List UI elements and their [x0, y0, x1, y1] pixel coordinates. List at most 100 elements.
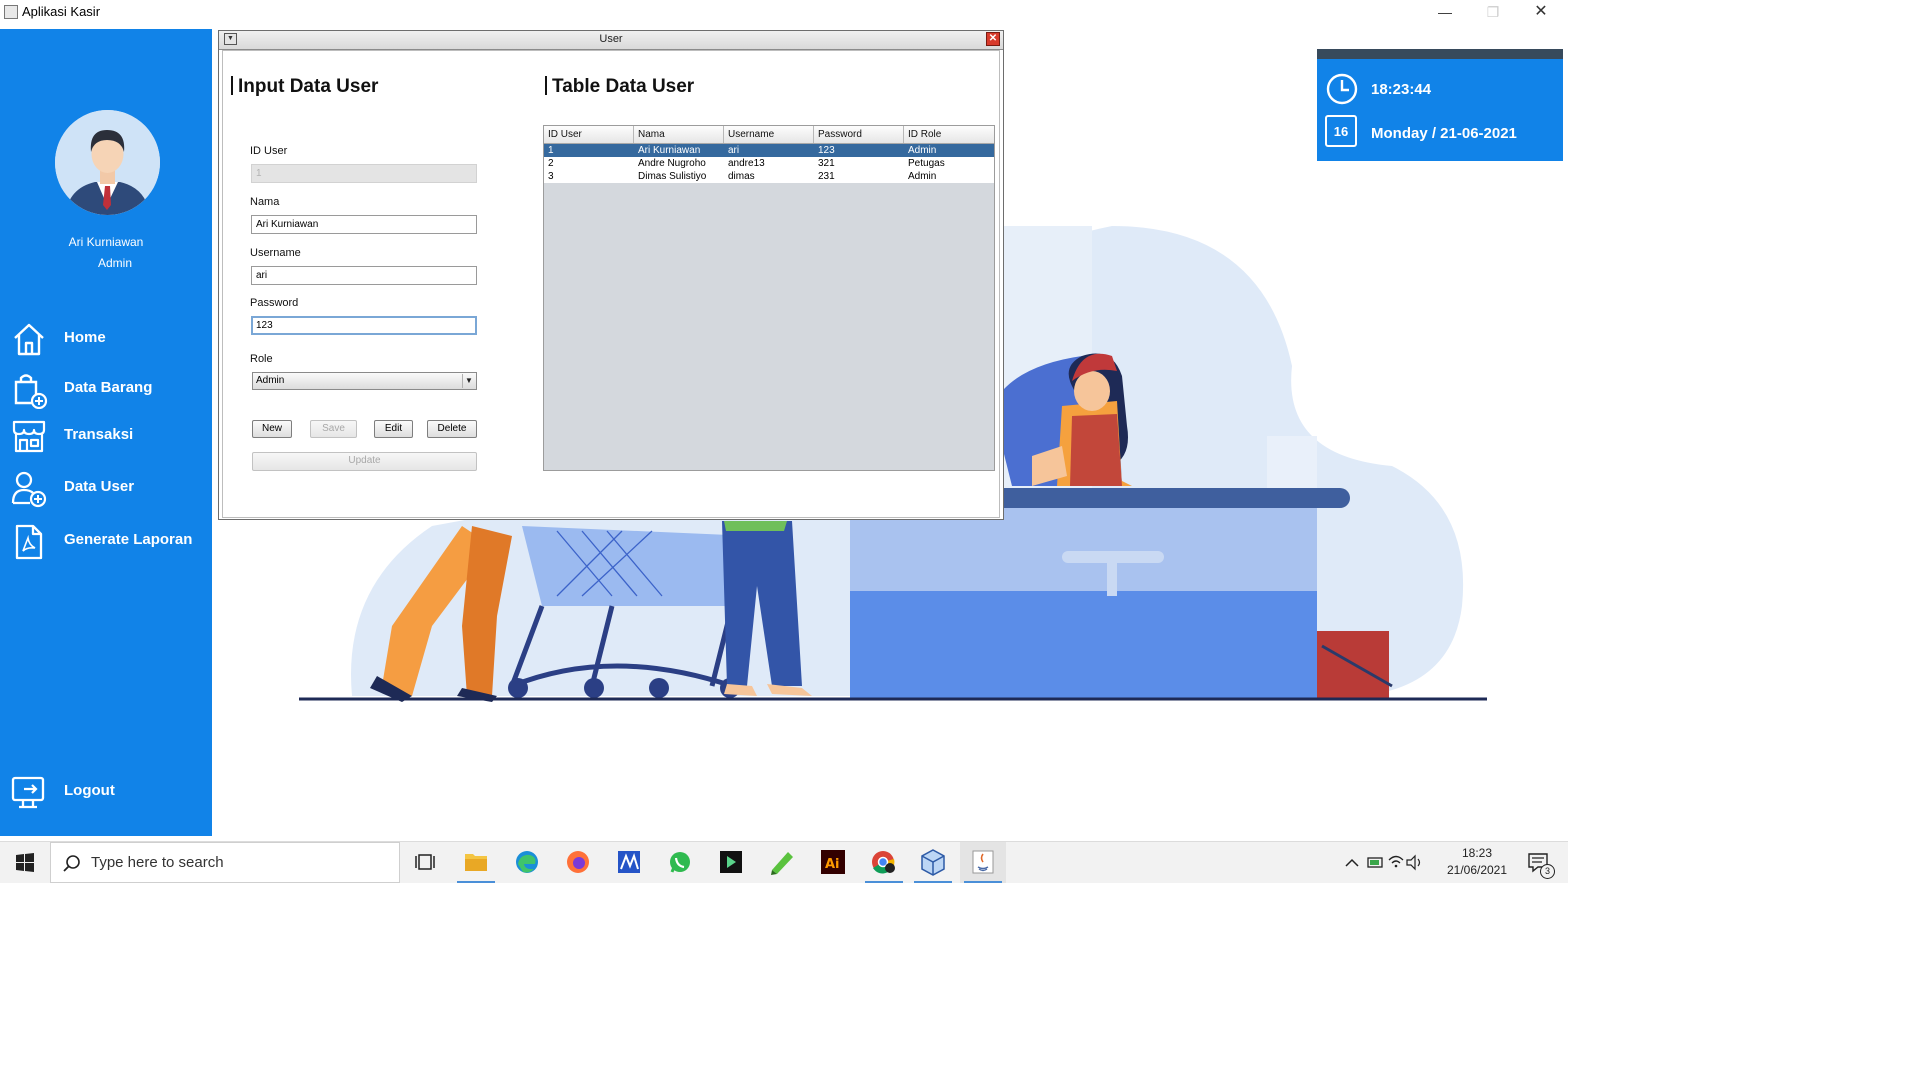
table-cell: dimas: [728, 171, 755, 182]
nav-data-user-label: Data User: [64, 478, 135, 495]
store-icon: [10, 418, 48, 454]
table-cell: Ari Kurniawan: [638, 145, 701, 156]
svg-text:Ai: Ai: [825, 857, 840, 872]
nav-transaksi[interactable]: Transaksi: [10, 416, 210, 456]
update-button[interactable]: Update: [252, 452, 477, 471]
virtualbox-icon[interactable]: [910, 842, 956, 883]
home-icon: [10, 321, 48, 357]
pdf-document-icon: [10, 523, 48, 560]
calendar-icon: 16: [1325, 115, 1357, 147]
user-add-icon: [10, 470, 48, 508]
table-cell: Admin: [908, 145, 937, 156]
search-icon: [63, 855, 80, 872]
notification-count: 3: [1540, 864, 1555, 879]
notification-center[interactable]: 3: [1522, 842, 1562, 883]
table-cell: Admin: [908, 171, 937, 182]
avatar: [55, 110, 160, 215]
role-select[interactable]: Admin ▼: [252, 372, 477, 390]
nav-home[interactable]: Home: [10, 319, 210, 359]
clock-panel: 18:23:44 16 Monday / 21-06-2021: [1317, 49, 1563, 161]
taskbar-clock[interactable]: 18:23 21/06/2021: [1432, 842, 1522, 883]
volume-icon[interactable]: [1404, 842, 1424, 883]
taskbar-search[interactable]: Type here to search: [50, 842, 400, 883]
java-icon[interactable]: [960, 842, 1006, 883]
user-name: Ari Kurniawan: [68, 235, 144, 249]
password-label: Password: [250, 297, 299, 309]
clock-icon: [1325, 72, 1359, 106]
save-button[interactable]: Save: [310, 420, 357, 438]
search-placeholder: Type here to search: [91, 854, 224, 871]
minimize-icon[interactable]: —: [1422, 2, 1468, 24]
dialog-title: User: [599, 33, 623, 45]
nav-generate-laporan[interactable]: Generate Laporan: [10, 521, 210, 561]
table-cell: Dimas Sulistiyo: [638, 171, 707, 182]
whatsapp-icon[interactable]: [657, 842, 703, 883]
firefox-icon[interactable]: [555, 842, 601, 883]
user-table: ID User Nama Username Password ID Role 1…: [543, 125, 995, 471]
system-tray: [1342, 842, 1422, 883]
table-header: ID User Nama Username Password ID Role: [544, 126, 994, 144]
chrome-icon[interactable]: [861, 842, 907, 883]
table-row[interactable]: 2 Andre Nugroho andre13 321 Petugas: [544, 157, 994, 170]
chevron-up-icon[interactable]: [1342, 842, 1362, 883]
app-title-bar: Aplikasi Kasir — ❐ ✕: [0, 0, 1568, 26]
file-explorer-icon[interactable]: [453, 842, 499, 883]
user-role: Admin: [97, 256, 132, 270]
calendar-day: 16: [1333, 124, 1349, 139]
table-cell: 231: [818, 171, 835, 182]
table-cell: Petugas: [908, 158, 945, 169]
column-header[interactable]: Password: [814, 126, 904, 143]
dialog-title-bar[interactable]: ▼ User ✕: [219, 31, 1003, 50]
nama-field[interactable]: Ari Kurniawan: [251, 215, 477, 234]
nav-home-label: Home: [64, 329, 106, 346]
edit-button[interactable]: Edit: [374, 420, 413, 438]
table-cell: 2: [548, 158, 554, 169]
wifi-icon[interactable]: [1386, 842, 1406, 883]
clock-date: Monday / 21-06-2021: [1371, 125, 1517, 142]
column-header[interactable]: ID User: [544, 126, 634, 143]
close-icon[interactable]: ✕: [1518, 2, 1564, 24]
logout-icon: [10, 774, 48, 810]
table-cell: 321: [818, 158, 835, 169]
nav-data-user[interactable]: Data User: [10, 468, 210, 508]
table-cell: andre13: [728, 158, 765, 169]
taskbar-time: 18:23: [1461, 846, 1493, 860]
id-user-label: ID User: [250, 145, 288, 157]
app-m-icon[interactable]: [606, 842, 652, 883]
notepad-plus-icon[interactable]: [759, 842, 805, 883]
taskbar: Type here to search Ai 18:23 21/06/2021 …: [0, 841, 1568, 883]
table-cell: 1: [548, 145, 554, 156]
dialog-close-icon[interactable]: ✕: [986, 32, 1000, 46]
nav-data-barang[interactable]: Data Barang: [10, 369, 210, 410]
delete-button[interactable]: Delete: [427, 420, 477, 438]
edge-icon[interactable]: [504, 842, 550, 883]
column-header[interactable]: Username: [724, 126, 814, 143]
maximize-icon[interactable]: ❐: [1470, 2, 1516, 24]
java-app-icon: [4, 5, 18, 19]
chevron-down-icon[interactable]: ▼: [462, 374, 475, 388]
sidebar: Ari Kurniawan Admin Home Data Barang Tra…: [0, 29, 212, 836]
battery-icon[interactable]: [1366, 842, 1386, 883]
illustrator-icon[interactable]: Ai: [810, 842, 856, 883]
new-button[interactable]: New: [252, 420, 292, 438]
username-label: Username: [250, 247, 301, 259]
column-header[interactable]: Nama: [634, 126, 724, 143]
app-arrow-icon[interactable]: [708, 842, 754, 883]
column-header[interactable]: ID Role: [904, 126, 994, 143]
nav-transaksi-label: Transaksi: [64, 426, 134, 443]
table-row[interactable]: 3 Dimas Sulistiyo dimas 231 Admin: [544, 170, 994, 183]
windows-start-icon[interactable]: [0, 842, 50, 883]
table-cell: Andre Nugroho: [638, 158, 706, 169]
clock-time: 18:23:44: [1371, 81, 1432, 98]
table-cell: 3: [548, 171, 554, 182]
nav-logout[interactable]: Logout: [10, 772, 210, 812]
app-title: Aplikasi Kasir: [22, 4, 101, 19]
task-view-icon[interactable]: [402, 842, 448, 883]
taskbar-date: 21/06/2021: [1446, 863, 1508, 877]
password-field[interactable]: 123: [251, 316, 477, 335]
table-row[interactable]: 1 Ari Kurniawan ari 123 Admin: [544, 144, 994, 157]
table-cell: 123: [818, 145, 835, 156]
role-select-value: Admin: [256, 375, 285, 386]
username-field[interactable]: ari: [251, 266, 477, 285]
id-user-field: 1: [251, 164, 477, 183]
